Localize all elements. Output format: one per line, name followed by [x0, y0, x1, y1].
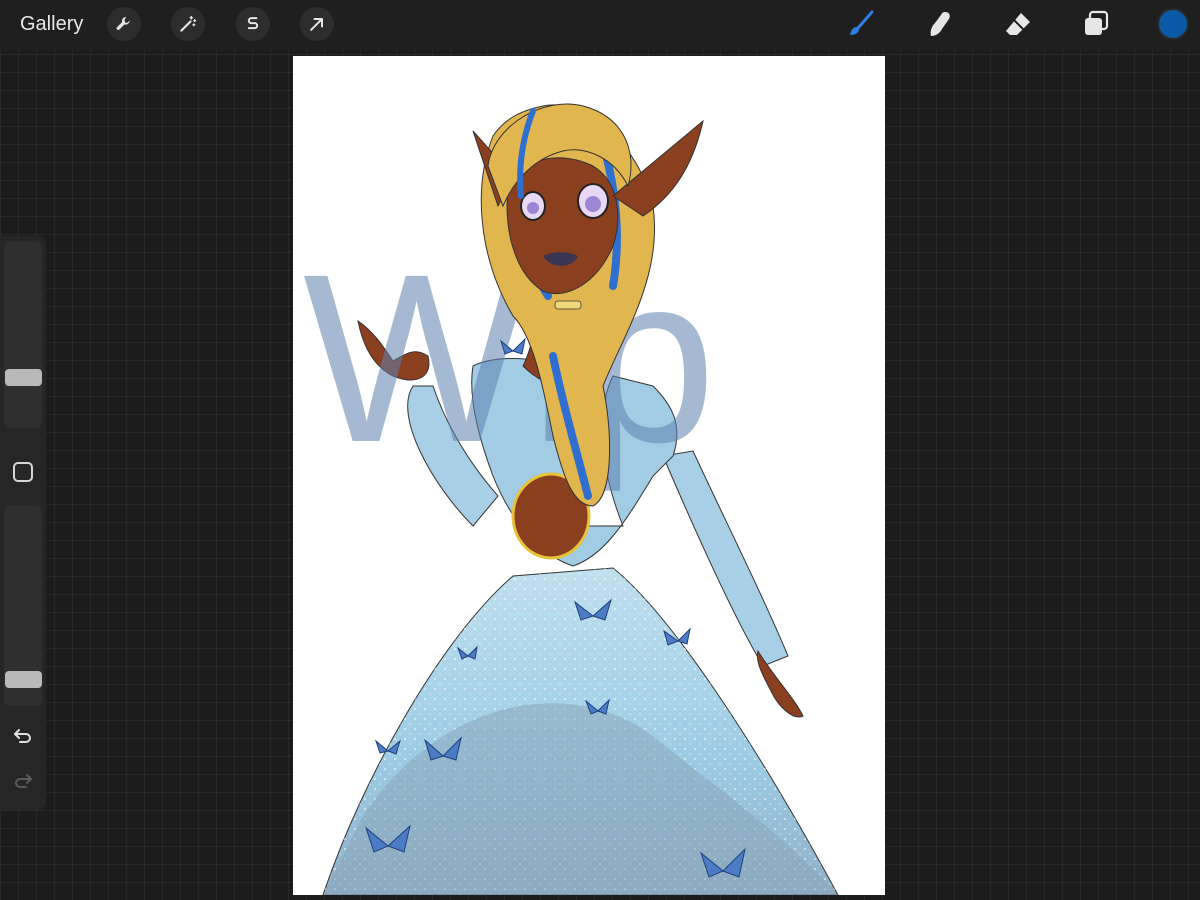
wrench-icon[interactable] — [107, 7, 141, 41]
brush-size-thumb[interactable] — [5, 369, 42, 386]
magic-wand-icon[interactable] — [171, 7, 205, 41]
artwork-illustration: Wip — [303, 103, 839, 895]
brush-size-slider[interactable] — [4, 242, 42, 428]
left-sidebar — [0, 236, 46, 810]
drawing-canvas[interactable]: Wip — [293, 56, 885, 895]
color-swatch[interactable] — [1157, 8, 1189, 40]
square-modifier-icon[interactable] — [13, 462, 33, 482]
selection-s-icon[interactable] — [236, 7, 270, 41]
layers-icon[interactable] — [1080, 8, 1112, 40]
smudge-finger-icon[interactable] — [924, 8, 956, 40]
redo-arrow-icon[interactable] — [11, 769, 35, 793]
arrow-cursor-icon[interactable] — [300, 7, 334, 41]
top-toolbar: Gallery — [0, 0, 1200, 50]
undo-arrow-icon[interactable] — [11, 724, 35, 748]
opacity-thumb[interactable] — [5, 671, 42, 688]
eraser-icon[interactable] — [1002, 8, 1034, 40]
brush-icon[interactable] — [845, 8, 877, 40]
gallery-button[interactable]: Gallery — [20, 12, 83, 36]
